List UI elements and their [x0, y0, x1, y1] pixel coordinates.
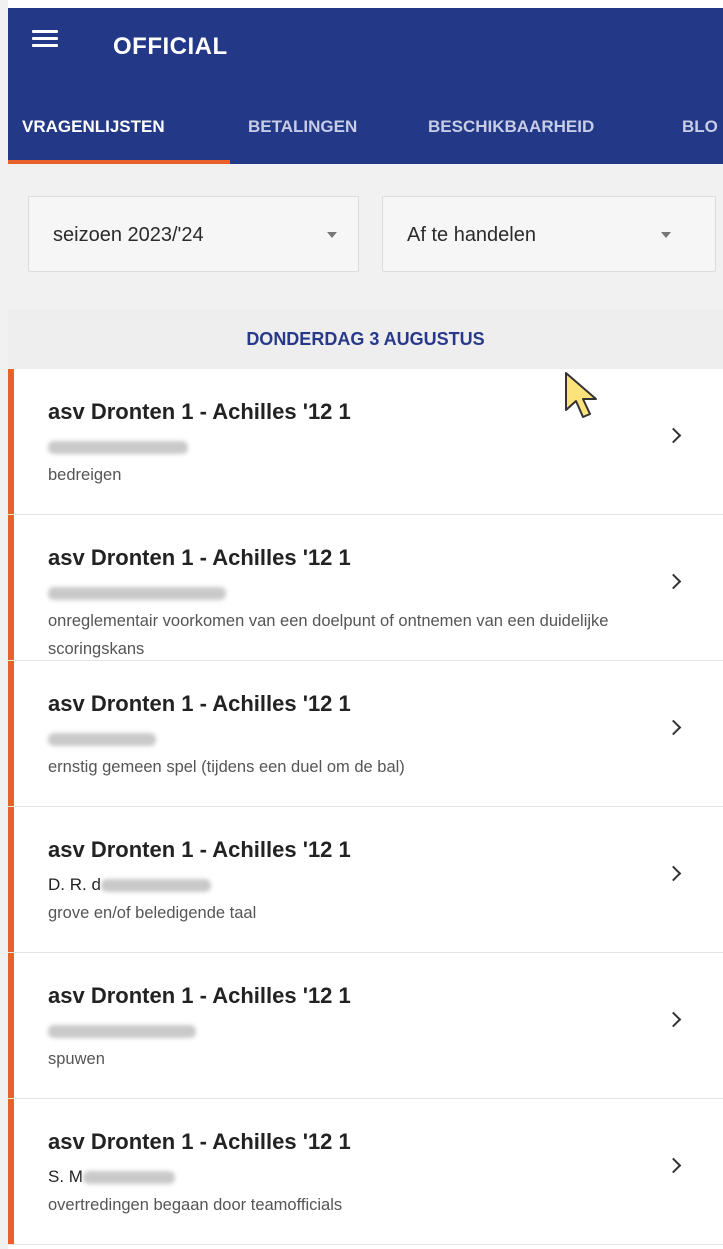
player-name-redacted: S. M — [48, 1167, 175, 1187]
app-bar: OFFICIAL — [8, 8, 723, 90]
chevron-right-icon — [665, 427, 682, 444]
match-title: asv Dronten 1 - Achilles '12 1 — [48, 691, 351, 716]
window-frame-left — [0, 0, 8, 1249]
player-name-redacted — [48, 1021, 196, 1041]
list-item[interactable]: asv Dronten 1 - Achilles '12 1 bedreigen — [8, 369, 723, 515]
status-accent-bar — [8, 661, 14, 806]
offense-reason: bedreigen — [48, 466, 122, 484]
season-select-value: seizoen 2023/'24 — [53, 224, 204, 246]
tab-beschikbaarheid[interactable]: BESCHIKBAARHEID — [428, 90, 594, 164]
status-accent-bar — [8, 953, 14, 1098]
tab-betalingen[interactable]: BETALINGEN — [248, 90, 357, 164]
chevron-right-icon — [665, 573, 682, 590]
caret-down-icon — [661, 232, 671, 238]
player-name-redacted — [48, 729, 156, 749]
status-accent-bar — [8, 1099, 14, 1244]
match-title: asv Dronten 1 - Achilles '12 1 — [48, 837, 351, 862]
hamburger-icon[interactable] — [32, 28, 58, 48]
status-accent-bar — [8, 515, 14, 660]
status-select[interactable]: Af te handelen — [382, 196, 716, 272]
offense-reason: onreglementair voorkomen van een doelpun… — [48, 612, 609, 658]
chevron-right-icon — [665, 865, 682, 882]
tab-bar: VRAGENLIJSTEN BETALINGEN BESCHIKBAARHEID… — [8, 90, 723, 164]
list-item[interactable]: asv Dronten 1 - Achilles '12 1 S. M over… — [8, 1099, 723, 1245]
offense-reason: overtredingen begaan door teamofficials — [48, 1196, 343, 1214]
player-name-redacted: D. R. d — [48, 875, 211, 895]
tab-vragenlijsten[interactable]: VRAGENLIJSTEN — [22, 90, 165, 164]
list-item[interactable]: asv Dronten 1 - Achilles '12 1 spuwen — [8, 953, 723, 1099]
status-select-value: Af te handelen — [407, 224, 536, 246]
match-title: asv Dronten 1 - Achilles '12 1 — [48, 983, 351, 1008]
player-name-visible: D. R. d — [48, 875, 101, 894]
list-item[interactable]: asv Dronten 1 - Achilles '12 1 ernstig g… — [8, 661, 723, 807]
chevron-right-icon — [665, 719, 682, 736]
list-item[interactable]: asv Dronten 1 - Achilles '12 1 onregleme… — [8, 515, 723, 661]
window-frame-top — [0, 0, 723, 8]
season-select[interactable]: seizoen 2023/'24 — [28, 196, 359, 272]
player-name-visible: S. M — [48, 1167, 83, 1186]
match-title: asv Dronten 1 - Achilles '12 1 — [48, 399, 351, 424]
status-accent-bar — [8, 369, 14, 514]
app-title: OFFICIAL — [113, 33, 228, 60]
offense-reason: grove en/of beledigende taal — [48, 904, 257, 922]
tab-blo[interactable]: BLO — [682, 90, 718, 164]
questionnaire-list: asv Dronten 1 - Achilles '12 1 bedreigen… — [8, 369, 723, 1245]
filter-bar: seizoen 2023/'24 Af te handelen — [8, 164, 723, 309]
chevron-right-icon — [665, 1011, 682, 1028]
offense-reason: ernstig gemeen spel (tijdens een duel om… — [48, 758, 405, 776]
match-title: asv Dronten 1 - Achilles '12 1 — [48, 1129, 351, 1154]
list-item[interactable]: asv Dronten 1 - Achilles '12 1 D. R. d g… — [8, 807, 723, 953]
player-name-redacted — [48, 437, 188, 457]
status-accent-bar — [8, 807, 14, 952]
match-title: asv Dronten 1 - Achilles '12 1 — [48, 545, 351, 570]
player-name-redacted — [48, 583, 226, 603]
date-section-header: DONDERDAG 3 AUGUSTUS — [8, 309, 723, 369]
caret-down-icon — [327, 232, 337, 238]
chevron-right-icon — [665, 1157, 682, 1174]
offense-reason: spuwen — [48, 1050, 105, 1068]
